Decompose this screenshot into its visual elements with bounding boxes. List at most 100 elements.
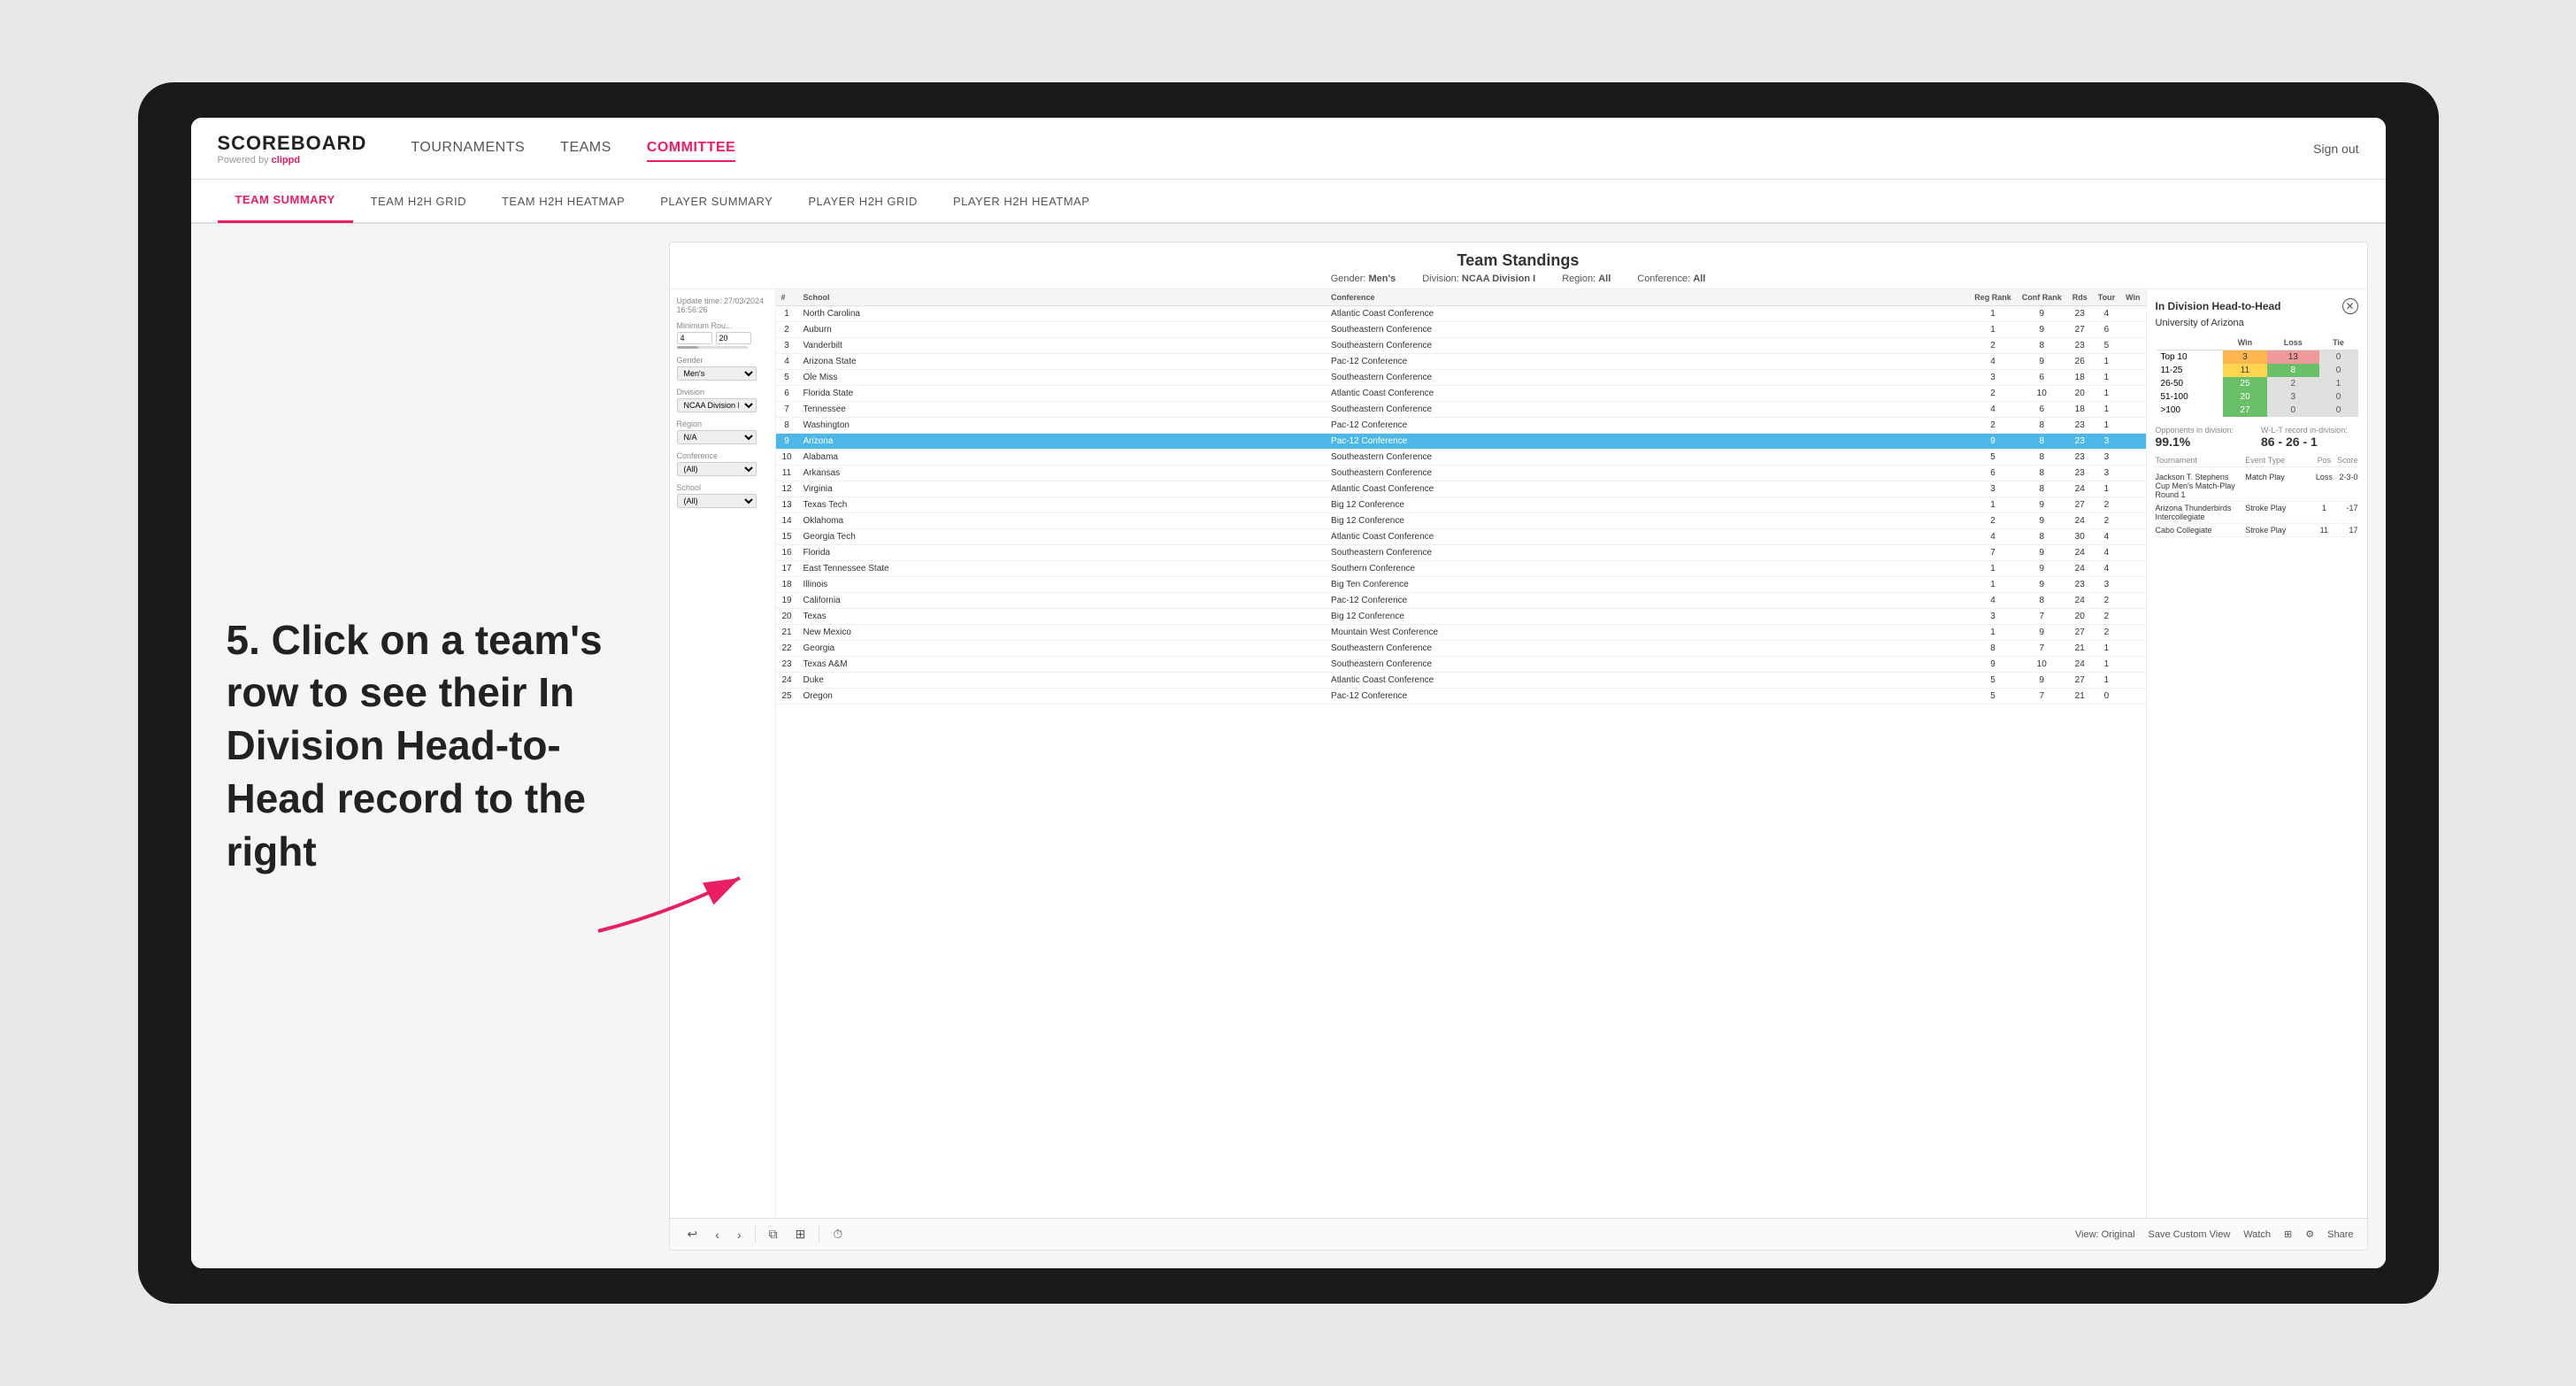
col-conf-rank: Conf Rank [2017, 289, 2067, 306]
h2h-panel: In Division Head-to-Head ✕ University of… [2146, 289, 2367, 1218]
region-meta: Region: All [1562, 273, 1611, 284]
table-row[interactable]: 15 Georgia Tech Atlantic Coast Conferenc… [776, 529, 2146, 545]
annotation-area: 5. Click on a team's row to see their In… [191, 224, 651, 1268]
nav-teams[interactable]: TEAMS [560, 135, 611, 162]
filter-division-select[interactable]: NCAA Division I [677, 398, 757, 412]
filter-conference: Conference (All) [677, 451, 768, 476]
logo-title: SCOREBOARD [218, 132, 367, 155]
card-meta: Gender: Men's Division: NCAA Division I … [683, 273, 2354, 284]
sub-nav: TEAM SUMMARY TEAM H2H GRID TEAM H2H HEAT… [191, 180, 2386, 224]
table-row[interactable]: 11 Arkansas Southeastern Conference 6 8 … [776, 466, 2146, 481]
table-row[interactable]: 22 Georgia Southeastern Conference 8 7 2… [776, 641, 2146, 657]
table-row[interactable]: 7 Tennessee Southeastern Conference 4 6 … [776, 402, 2146, 418]
card-body: Update time: 27/03/2024 16:56:26 Minimum… [670, 289, 2367, 1218]
sign-out-link[interactable]: Sign out [2313, 142, 2358, 156]
table-row[interactable]: 6 Florida State Atlantic Coast Conferenc… [776, 386, 2146, 402]
table-row[interactable]: 8 Washington Pac-12 Conference 2 8 23 1 [776, 418, 2146, 434]
table-row[interactable]: 12 Virginia Atlantic Coast Conference 3 … [776, 481, 2146, 497]
division-meta: Division: NCAA Division I [1422, 273, 1535, 284]
table-row[interactable]: 16 Florida Southeastern Conference 7 9 2… [776, 545, 2146, 561]
table-row[interactable]: 17 East Tennessee State Southern Confere… [776, 561, 2146, 577]
settings-btn[interactable]: ⚙ [2305, 1228, 2314, 1240]
col-school: School [798, 289, 1326, 306]
toolbar-clock-btn[interactable]: ⏱ [828, 1225, 847, 1244]
col-win: Win [2120, 289, 2145, 306]
dashboard-card: Team Standings Gender: Men's Division: N… [669, 242, 2368, 1251]
table-row[interactable]: 14 Oklahoma Big 12 Conference 2 9 24 2 [776, 513, 2146, 529]
toolbar-copy-btn[interactable]: ⧉ [765, 1225, 782, 1244]
save-custom-btn[interactable]: Save Custom View [2149, 1229, 2231, 1240]
tablet-screen: SCOREBOARD Powered by clippd TOURNAMENTS… [191, 118, 2386, 1268]
table-row[interactable]: 23 Texas A&M Southeastern Conference 9 1… [776, 657, 2146, 673]
conference-meta: Conference: All [1637, 273, 1705, 284]
table-row[interactable]: 11-25 11 8 0 [2156, 364, 2358, 377]
logo-area: SCOREBOARD Powered by clippd [218, 132, 367, 166]
subnav-player-summary[interactable]: PLAYER SUMMARY [642, 179, 790, 223]
list-item[interactable]: Cabo Collegiate Stroke Play 11 17 [2156, 524, 2358, 537]
filters-panel: Update time: 27/03/2024 16:56:26 Minimum… [670, 289, 776, 1218]
toolbar-sep-1 [755, 1226, 756, 1244]
subnav-team-h2h-heatmap[interactable]: TEAM H2H HEATMAP [484, 179, 642, 223]
toolbar-undo-btn[interactable]: ↩ [683, 1225, 703, 1244]
share-btn[interactable]: Share [2327, 1229, 2353, 1240]
table-row[interactable]: 1 North Carolina Atlantic Coast Conferen… [776, 306, 2146, 322]
table-row[interactable]: Top 10 3 13 0 [2156, 350, 2358, 365]
table-row[interactable]: 5 Ole Miss Southeastern Conference 3 6 1… [776, 370, 2146, 386]
annotation-arrow [581, 843, 757, 949]
annotation-text: 5. Click on a team's row to see their In… [227, 614, 616, 879]
grid-btn[interactable]: ⊞ [2284, 1228, 2292, 1240]
table-row[interactable]: 51-100 20 3 0 [2156, 390, 2358, 404]
filter-max-rounds-input[interactable] [716, 332, 751, 344]
table-row[interactable]: 9 Arizona Pac-12 Conference 9 8 23 3 [776, 434, 2146, 450]
nav-tournaments[interactable]: TOURNAMENTS [411, 135, 525, 162]
col-rank: # [776, 289, 798, 306]
table-row[interactable]: 2 Auburn Southeastern Conference 1 9 27 … [776, 322, 2146, 338]
table-row[interactable]: 13 Texas Tech Big 12 Conference 1 9 27 2 [776, 497, 2146, 513]
filter-school-select[interactable]: (All) [677, 494, 757, 508]
filter-gender: Gender Men's [677, 356, 768, 381]
h2h-tournaments: Tournament Event Type Pos Score Jackson … [2156, 456, 2358, 537]
filter-school: School (All) [677, 483, 768, 508]
list-item[interactable]: Jackson T. Stephens Cup Men's Match-Play… [2156, 471, 2358, 502]
filter-conference-select[interactable]: (All) [677, 462, 757, 476]
table-row[interactable]: 18 Illinois Big Ten Conference 1 9 23 3 [776, 577, 2146, 593]
table-row[interactable]: 25 Oregon Pac-12 Conference 5 7 21 0 [776, 689, 2146, 705]
logo-subtitle: Powered by clippd [218, 155, 367, 166]
subnav-team-summary[interactable]: TEAM SUMMARY [218, 179, 353, 223]
subnav-team-h2h-grid[interactable]: TEAM H2H GRID [353, 179, 484, 223]
watch-btn[interactable]: Watch [2243, 1229, 2271, 1240]
col-rds: Rds [2067, 289, 2093, 306]
table-row[interactable]: 10 Alabama Southeastern Conference 5 8 2… [776, 450, 2146, 466]
h2h-close-button[interactable]: ✕ [2342, 298, 2358, 314]
filter-min-rounds-input[interactable] [677, 332, 712, 344]
logo-brand: clippd [272, 155, 300, 166]
subnav-player-h2h-grid[interactable]: PLAYER H2H GRID [790, 179, 935, 223]
filter-region: Region N/A [677, 420, 768, 444]
h2h-col-win: Win [2223, 335, 2267, 350]
subnav-player-h2h-heatmap[interactable]: PLAYER H2H HEATMAP [935, 179, 1107, 223]
table-row[interactable]: >100 27 0 0 [2156, 404, 2358, 417]
filter-gender-select[interactable]: Men's [677, 366, 757, 381]
nav-committee[interactable]: COMMITTEE [647, 135, 736, 162]
rounds-slider[interactable] [677, 346, 748, 349]
table-row[interactable]: 20 Texas Big 12 Conference 3 7 20 2 [776, 609, 2146, 625]
standings-table: # School Conference Reg Rank Conf Rank R… [776, 289, 2146, 705]
toolbar-forward-btn[interactable]: › [733, 1226, 746, 1244]
table-row[interactable]: 3 Vanderbilt Southeastern Conference 2 8… [776, 338, 2146, 354]
filter-region-select[interactable]: N/A [677, 430, 757, 444]
toolbar-paste-btn[interactable]: ⊞ [791, 1225, 811, 1244]
view-original-btn[interactable]: View: Original [2075, 1229, 2135, 1240]
table-row[interactable]: 4 Arizona State Pac-12 Conference 4 9 26… [776, 354, 2146, 370]
table-row[interactable]: 21 New Mexico Mountain West Conference 1… [776, 625, 2146, 641]
toolbar-back-btn[interactable]: ‹ [711, 1226, 724, 1244]
table-row[interactable]: 26-50 25 2 1 [2156, 377, 2358, 390]
top-nav: SCOREBOARD Powered by clippd TOURNAMENTS… [191, 118, 2386, 180]
h2h-tournament-header: Tournament Event Type Pos Score [2156, 456, 2358, 467]
content-panel: Team Standings Gender: Men's Division: N… [651, 224, 2386, 1268]
card-header: Team Standings Gender: Men's Division: N… [670, 243, 2367, 289]
toolbar-right: View: Original Save Custom View Watch ⊞ … [2075, 1228, 2354, 1240]
table-row[interactable]: 19 California Pac-12 Conference 4 8 24 2 [776, 593, 2146, 609]
nav-items: TOURNAMENTS TEAMS COMMITTEE [411, 135, 2313, 162]
list-item[interactable]: Arizona Thunderbirds Intercollegiate Str… [2156, 502, 2358, 524]
table-row[interactable]: 24 Duke Atlantic Coast Conference 5 9 27… [776, 673, 2146, 689]
